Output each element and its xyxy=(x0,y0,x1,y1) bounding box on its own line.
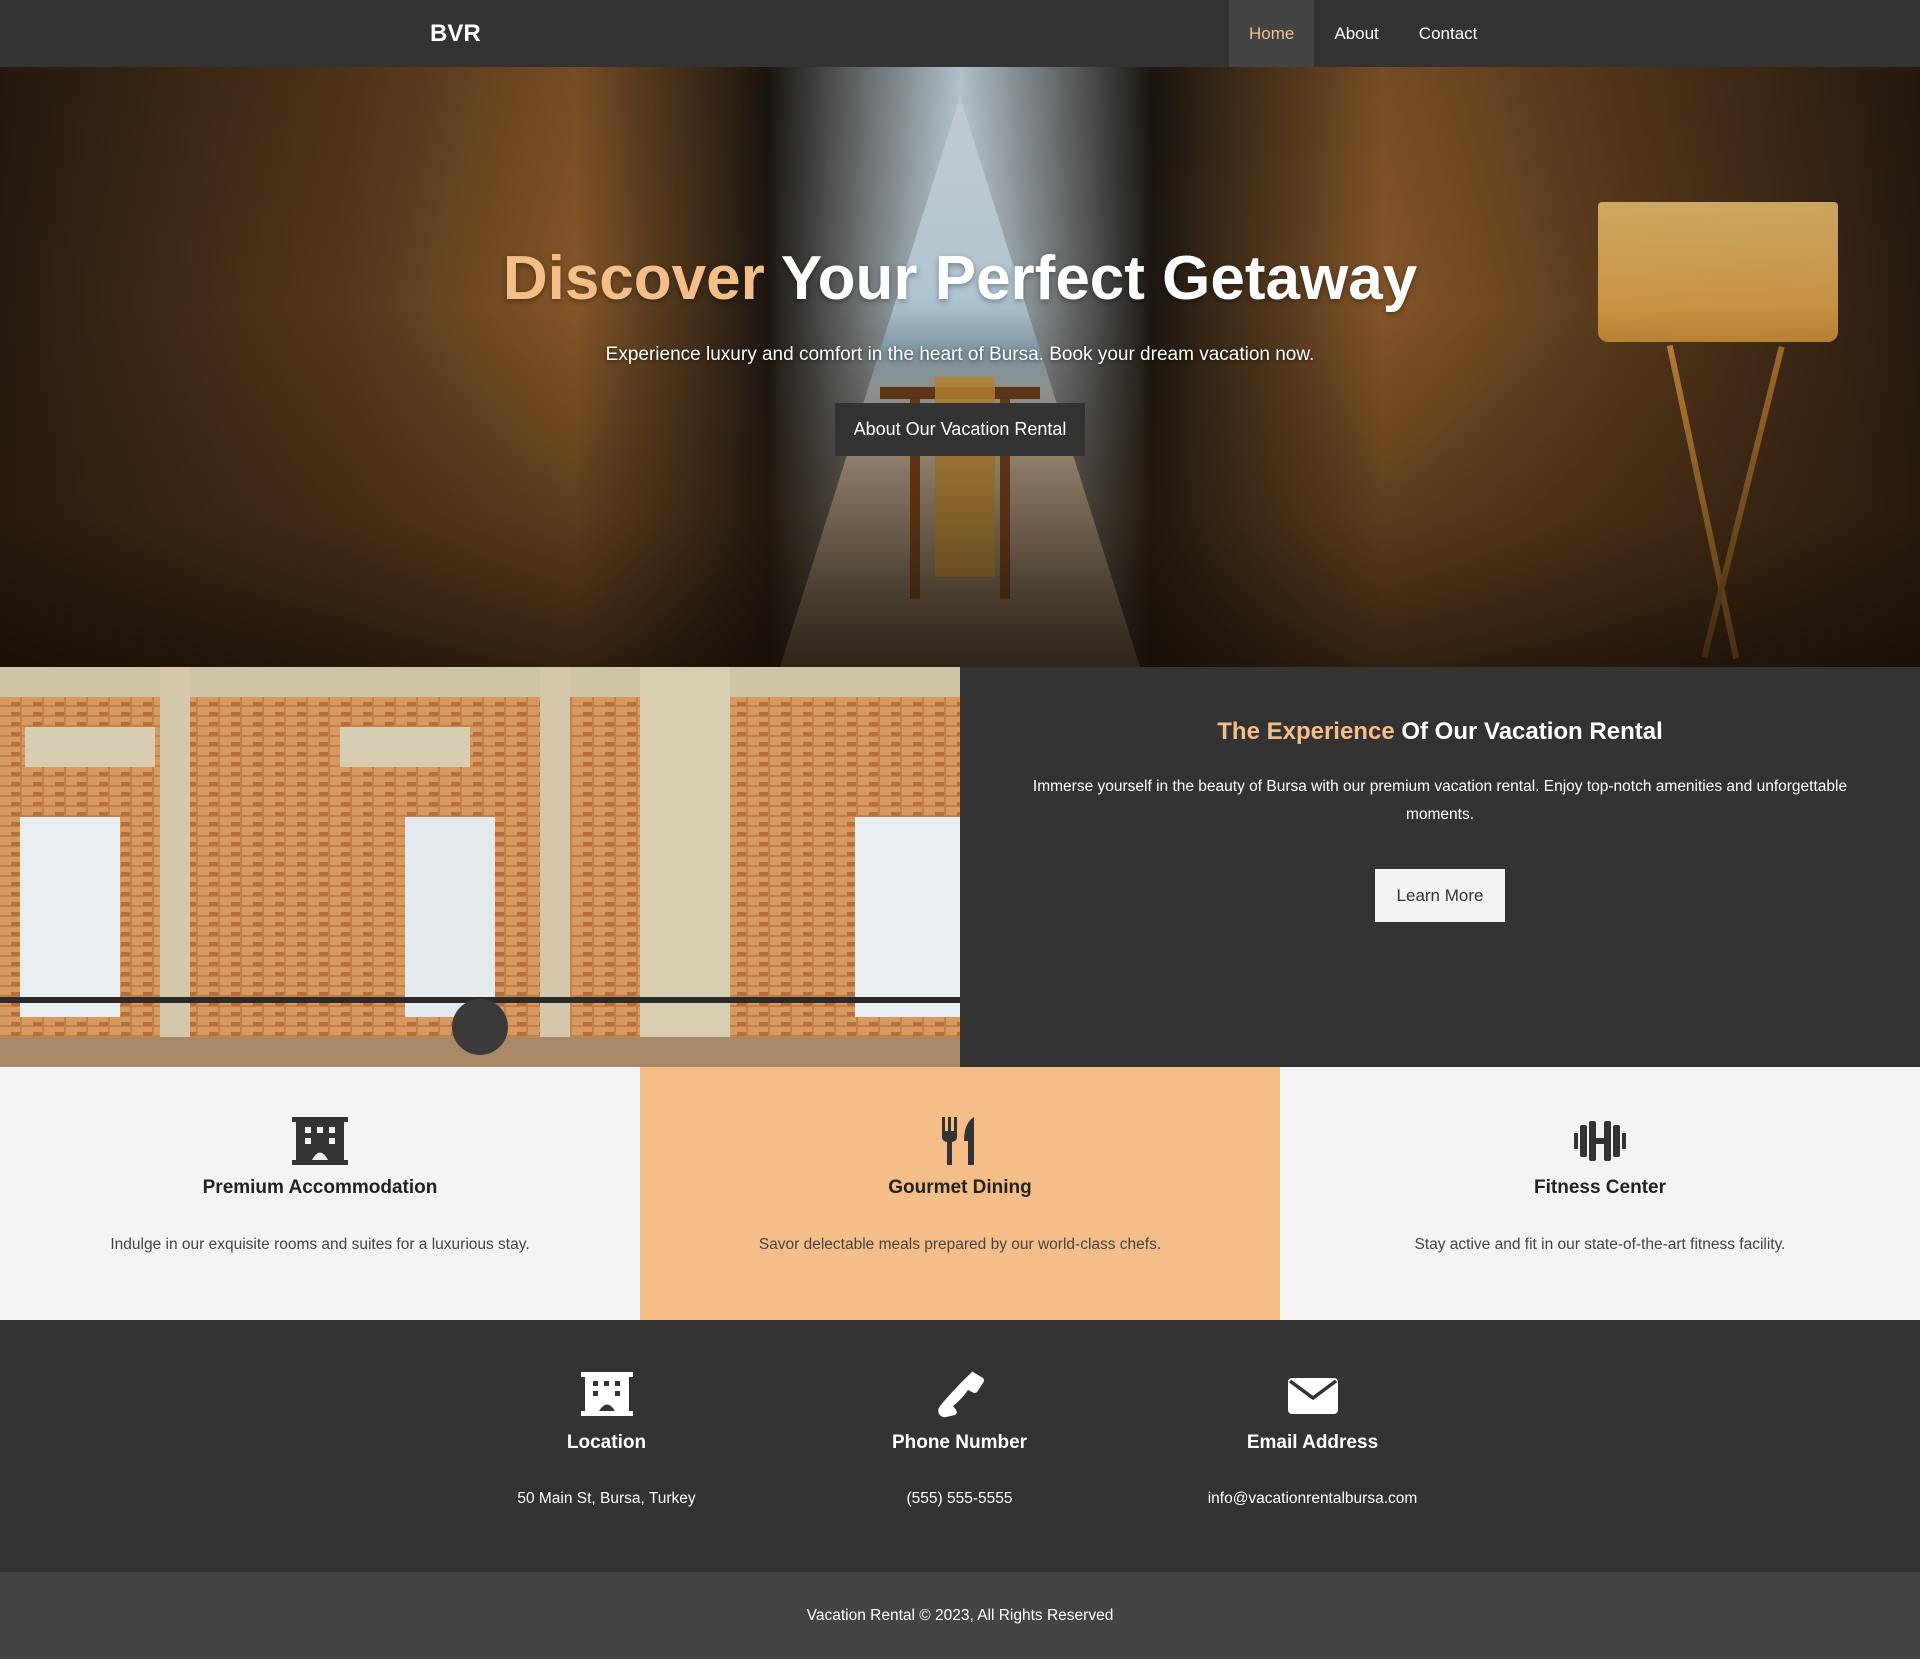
top-navbar: BVR Home About Contact xyxy=(0,0,1920,67)
hero-title: Discover Your Perfect Getaway xyxy=(0,243,1920,314)
about-content: The Experience Of Our Vacation Rental Im… xyxy=(960,667,1920,1067)
nav-link-home[interactable]: Home xyxy=(1229,0,1315,67)
utensils-icon xyxy=(942,1117,974,1165)
building-icon xyxy=(292,1117,348,1165)
building-icon xyxy=(581,1372,633,1416)
feature-text: Indulge in our exquisite rooms and suite… xyxy=(110,1236,530,1253)
nav-links: Home About Contact xyxy=(1229,0,1497,67)
contact-location: Location 50 Main St, Bursa, Turkey xyxy=(430,1320,783,1572)
about-description: Immerse yourself in the beauty of Bursa … xyxy=(1032,778,1848,823)
about-title-rest: Of Our Vacation Rental xyxy=(1401,718,1663,745)
feature-title: Fitness Center xyxy=(1534,1177,1666,1198)
feature-card-accommodation: Premium Accommodation Indulge in our exq… xyxy=(0,1067,640,1320)
feature-title: Gourmet Dining xyxy=(888,1177,1032,1198)
contact-phone: Phone Number (555) 555-5555 xyxy=(783,1320,1136,1572)
footer: Vacation Rental © 2023, All Rights Reser… xyxy=(0,1572,1920,1659)
contact-title: Phone Number xyxy=(891,1432,1028,1453)
envelope-icon xyxy=(1288,1378,1338,1414)
about-title: The Experience Of Our Vacation Rental xyxy=(960,718,1920,746)
phone-icon xyxy=(938,1371,984,1418)
hero-title-rest: Your Perfect Getaway xyxy=(780,244,1418,313)
features-section: Premium Accommodation Indulge in our exq… xyxy=(0,1067,1920,1320)
feature-card-dining: Gourmet Dining Savor delectable meals pr… xyxy=(640,1067,1280,1320)
hero-subtitle: Experience luxury and comfort in the hea… xyxy=(605,344,1315,365)
contact-text[interactable]: (555) 555-5555 xyxy=(783,1490,1136,1508)
learn-more-button[interactable]: Learn More xyxy=(1375,869,1505,922)
feature-text: Stay active and fit in our state-of-the-… xyxy=(1414,1236,1786,1253)
contact-title: Location xyxy=(566,1432,647,1453)
hero-title-accent: Discover xyxy=(502,244,765,313)
dumbbell-icon xyxy=(1574,1121,1626,1161)
contact-section: Location 50 Main St, Bursa, Turkey Phone… xyxy=(0,1320,1920,1572)
about-title-accent: The Experience xyxy=(1217,718,1395,745)
feature-text: Savor delectable meals prepared by our w… xyxy=(758,1236,1162,1253)
contact-title: Email Address xyxy=(1246,1432,1379,1453)
feature-card-fitness: Fitness Center Stay active and fit in ou… xyxy=(1280,1067,1920,1320)
brand-logo[interactable]: BVR xyxy=(430,0,481,67)
copyright-text: Vacation Rental © 2023, All Rights Reser… xyxy=(806,1607,1114,1624)
hero-overlay xyxy=(0,67,1920,667)
hero-section: Discover Your Perfect Getaway Experience… xyxy=(0,67,1920,667)
about-rental-button[interactable]: About Our Vacation Rental xyxy=(835,403,1085,456)
building-facade-illustration xyxy=(0,667,960,1067)
feature-title: Premium Accommodation xyxy=(202,1177,438,1198)
nav-link-contact[interactable]: Contact xyxy=(1399,0,1498,67)
contact-email: Email Address info@vacationrentalbursa.c… xyxy=(1136,1320,1489,1572)
nav-link-about[interactable]: About xyxy=(1314,0,1398,67)
about-section: The Experience Of Our Vacation Rental Im… xyxy=(0,667,1920,1067)
contact-text[interactable]: info@vacationrentalbursa.com xyxy=(1136,1490,1489,1508)
contact-text[interactable]: 50 Main St, Bursa, Turkey xyxy=(430,1490,783,1508)
building-facade-image xyxy=(0,667,960,1067)
